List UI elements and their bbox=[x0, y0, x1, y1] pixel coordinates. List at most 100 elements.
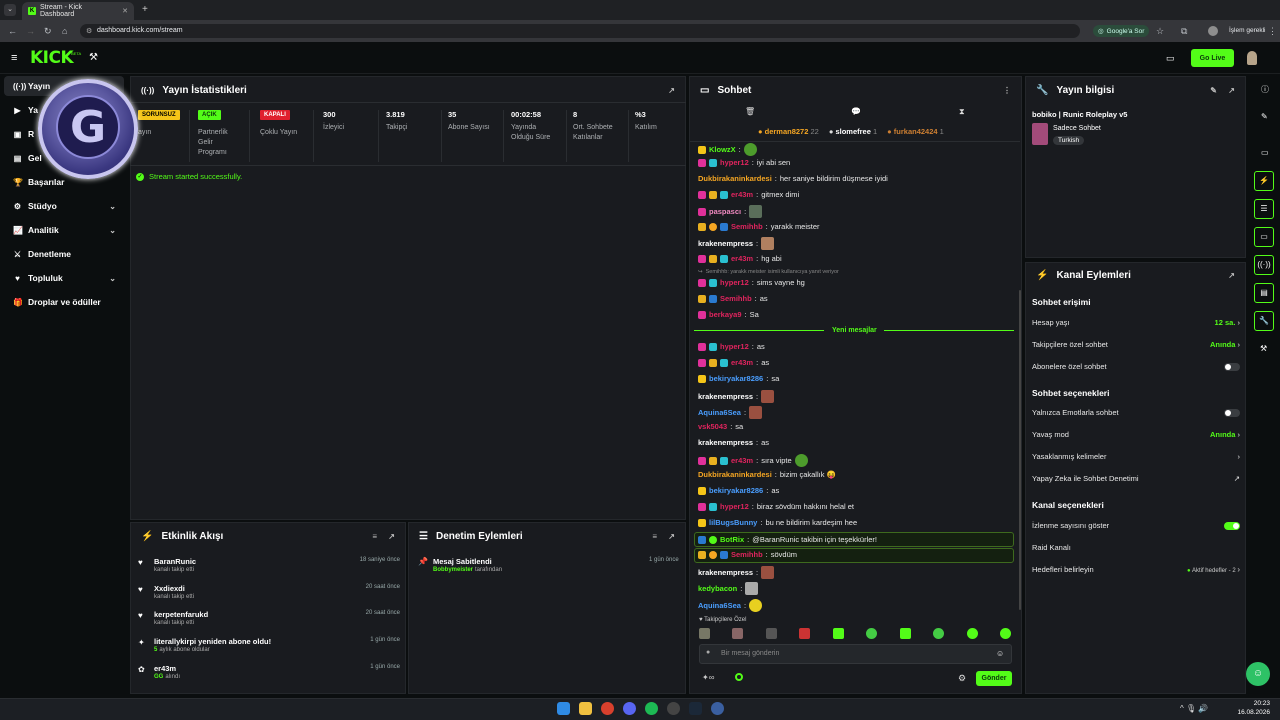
chat-username[interactable]: hyper12 bbox=[720, 158, 749, 167]
chat-username[interactable]: Dukbirakaninkardesi bbox=[698, 174, 772, 183]
setting-ai-moderation[interactable]: Yapay Zeka ile Sohbet Denetimi ↗ bbox=[1032, 474, 1240, 483]
chat-username[interactable]: er43m bbox=[731, 190, 753, 199]
chat-username[interactable]: krakenempress bbox=[698, 239, 753, 248]
chat-username[interactable]: Aquina6Sea bbox=[698, 408, 741, 417]
chat-username[interactable]: KlowzX bbox=[709, 145, 736, 154]
subscribers-only-toggle[interactable] bbox=[1224, 362, 1240, 371]
reload-icon[interactable]: ↻ bbox=[44, 26, 52, 37]
emote-icon[interactable] bbox=[899, 628, 911, 639]
sidebar-item-analytics[interactable]: 📈 Analitik ⌄ bbox=[4, 220, 124, 240]
popout-icon[interactable]: ↗ bbox=[1228, 271, 1235, 280]
info-icon[interactable]: ⓘ bbox=[1261, 84, 1269, 95]
user-avatar[interactable] bbox=[1247, 51, 1257, 65]
emote-icon[interactable] bbox=[732, 628, 744, 639]
setting-account-age[interactable]: Hesap yaşı 12 sa. › bbox=[1032, 318, 1240, 327]
sidebar-item-drops[interactable]: 🎁 Droplar ve ödüller bbox=[4, 292, 124, 312]
edit-pencil-icon[interactable]: ✎ bbox=[1210, 86, 1217, 95]
hourglass-icon[interactable]: ⧗ bbox=[959, 107, 965, 117]
trash-icon[interactable]: 🗑 bbox=[745, 107, 755, 116]
setting-banned-words[interactable]: Yasaklanmış kelimeler › bbox=[1032, 452, 1240, 461]
emote-icon[interactable] bbox=[933, 628, 945, 639]
google-ask-button[interactable]: ◎ Google'a Sor bbox=[1093, 25, 1150, 37]
chat-username[interactable]: BotRix bbox=[720, 535, 744, 544]
chat-scrollbar[interactable] bbox=[1019, 290, 1021, 610]
chat-username[interactable]: Dukbirakaninkardesi bbox=[698, 470, 772, 479]
emote-icon[interactable] bbox=[866, 628, 878, 639]
activity-user[interactable]: er43m bbox=[154, 664, 176, 673]
category-thumbnail[interactable] bbox=[1032, 123, 1048, 145]
chat-username[interactable]: berkaya9 bbox=[709, 310, 742, 319]
rail-flash-icon[interactable]: ⚡ bbox=[1254, 171, 1274, 191]
filter-icon[interactable]: ≡ bbox=[652, 532, 657, 541]
popout-icon[interactable]: ↗ bbox=[668, 532, 675, 541]
discord-icon[interactable] bbox=[623, 702, 636, 715]
help-chat-icon[interactable]: ☺ bbox=[1246, 662, 1270, 686]
setting-slow-mode[interactable]: Yavaş mod Anında › bbox=[1032, 430, 1240, 439]
emote-icon[interactable] bbox=[699, 628, 710, 639]
chat-username[interactable]: paspascı bbox=[709, 207, 741, 216]
chat-username[interactable]: kedybacon bbox=[698, 584, 737, 593]
infinity-icon[interactable]: ✦∞ bbox=[702, 673, 714, 682]
popout-icon[interactable]: ↗ bbox=[388, 532, 395, 541]
rail-tools-icon[interactable]: ⚒ bbox=[1260, 344, 1267, 353]
chat-username[interactable]: krakenempress bbox=[698, 392, 753, 401]
clock-time[interactable]: 20:23 bbox=[1236, 700, 1270, 707]
chat-settings-icon[interactable]: 💬 bbox=[851, 107, 861, 116]
sidebar-item-studio[interactable]: ⚙ Stüdyo ⌄ bbox=[4, 196, 124, 216]
chat-username[interactable]: er43m bbox=[731, 456, 753, 465]
emote-icon[interactable] bbox=[966, 628, 978, 639]
chat-username[interactable]: krakenempress bbox=[698, 438, 753, 447]
viewcount-toggle[interactable] bbox=[1224, 521, 1240, 530]
tray-icons[interactable]: ^ 🎙 🔊 bbox=[1180, 704, 1208, 713]
chat-username[interactable]: bekiryakar8286 bbox=[709, 486, 763, 495]
app-icon[interactable] bbox=[711, 702, 724, 715]
kick-logo[interactable]: KICK bbox=[30, 48, 74, 68]
github-icon[interactable] bbox=[667, 702, 680, 715]
file-explorer-icon[interactable] bbox=[579, 702, 592, 715]
more-options-icon[interactable]: ⋮ bbox=[1003, 86, 1011, 95]
hamburger-menu-icon[interactable]: ≡ bbox=[11, 52, 17, 64]
browser-menu-icon[interactable]: ⋮ bbox=[1268, 26, 1277, 37]
leader-item[interactable]: ● derman8272 22 bbox=[758, 127, 819, 136]
tools-icon[interactable]: ⚒ bbox=[89, 52, 98, 63]
sidebar-item-community[interactable]: ♥ Topluluk ⌄ bbox=[4, 268, 124, 288]
chat-username[interactable]: bekiryakar8286 bbox=[709, 374, 763, 383]
spotify-icon[interactable] bbox=[645, 702, 658, 715]
chat-username[interactable]: vsk5043 bbox=[698, 422, 727, 431]
chat-username[interactable]: krakenempress bbox=[698, 568, 753, 577]
popout-icon[interactable]: ↗ bbox=[668, 86, 675, 95]
popout-icon[interactable]: ↗ bbox=[1228, 86, 1235, 95]
back-icon[interactable]: ← bbox=[8, 26, 17, 36]
emote-icon[interactable] bbox=[799, 628, 811, 639]
profile-avatar[interactable] bbox=[1208, 26, 1218, 36]
clock-date[interactable]: 16.08.2026 bbox=[1236, 709, 1270, 716]
emote-only-toggle[interactable] bbox=[1224, 408, 1240, 417]
leader-item[interactable]: ● slomefree 1 bbox=[829, 127, 877, 136]
forward-icon[interactable]: → bbox=[26, 26, 35, 36]
emoji-picker-icon[interactable]: ☺ bbox=[996, 649, 1004, 658]
smile-icon[interactable]: ● bbox=[706, 649, 710, 656]
setting-goals[interactable]: Hedefleri belirleyin ● Aktif hedefler - 2… bbox=[1032, 565, 1240, 574]
chat-username[interactable]: Semihhb bbox=[720, 294, 752, 303]
setting-followers-only[interactable]: Takipçilere özel sohbet Anında › bbox=[1032, 340, 1240, 349]
sidebar-item-moderation[interactable]: ⚔ Denetleme bbox=[4, 244, 124, 264]
site-info-icon[interactable]: ⚙ bbox=[86, 27, 92, 35]
chat-username[interactable]: hyper12 bbox=[720, 278, 749, 287]
activity-user[interactable]: kerpetenfarukd bbox=[154, 610, 208, 619]
emote-icon[interactable] bbox=[832, 628, 844, 639]
send-button[interactable]: Gönder bbox=[976, 671, 1012, 686]
close-tab-icon[interactable]: ✕ bbox=[122, 7, 128, 15]
rail-stats-icon[interactable]: ▤ bbox=[1254, 283, 1274, 303]
activity-user[interactable]: Xxdiexdi bbox=[154, 584, 185, 593]
extensions-icon[interactable]: ⧉ bbox=[1181, 26, 1187, 37]
rail-chat-icon[interactable]: ▭ bbox=[1254, 227, 1274, 247]
bookmark-star-icon[interactable]: ☆ bbox=[1156, 26, 1164, 37]
emote-icon[interactable] bbox=[999, 628, 1011, 639]
pencil-icon[interactable]: ✎ bbox=[1261, 112, 1268, 121]
chat-username[interactable]: Aquina6Sea bbox=[698, 601, 741, 610]
home-icon[interactable]: ⌂ bbox=[62, 26, 67, 36]
moderator-name[interactable]: Bobbymeister bbox=[433, 567, 473, 573]
start-menu-icon[interactable] bbox=[557, 702, 570, 715]
chat-username[interactable]: er43m bbox=[731, 254, 753, 263]
filter-icon[interactable]: ≡ bbox=[372, 532, 377, 541]
